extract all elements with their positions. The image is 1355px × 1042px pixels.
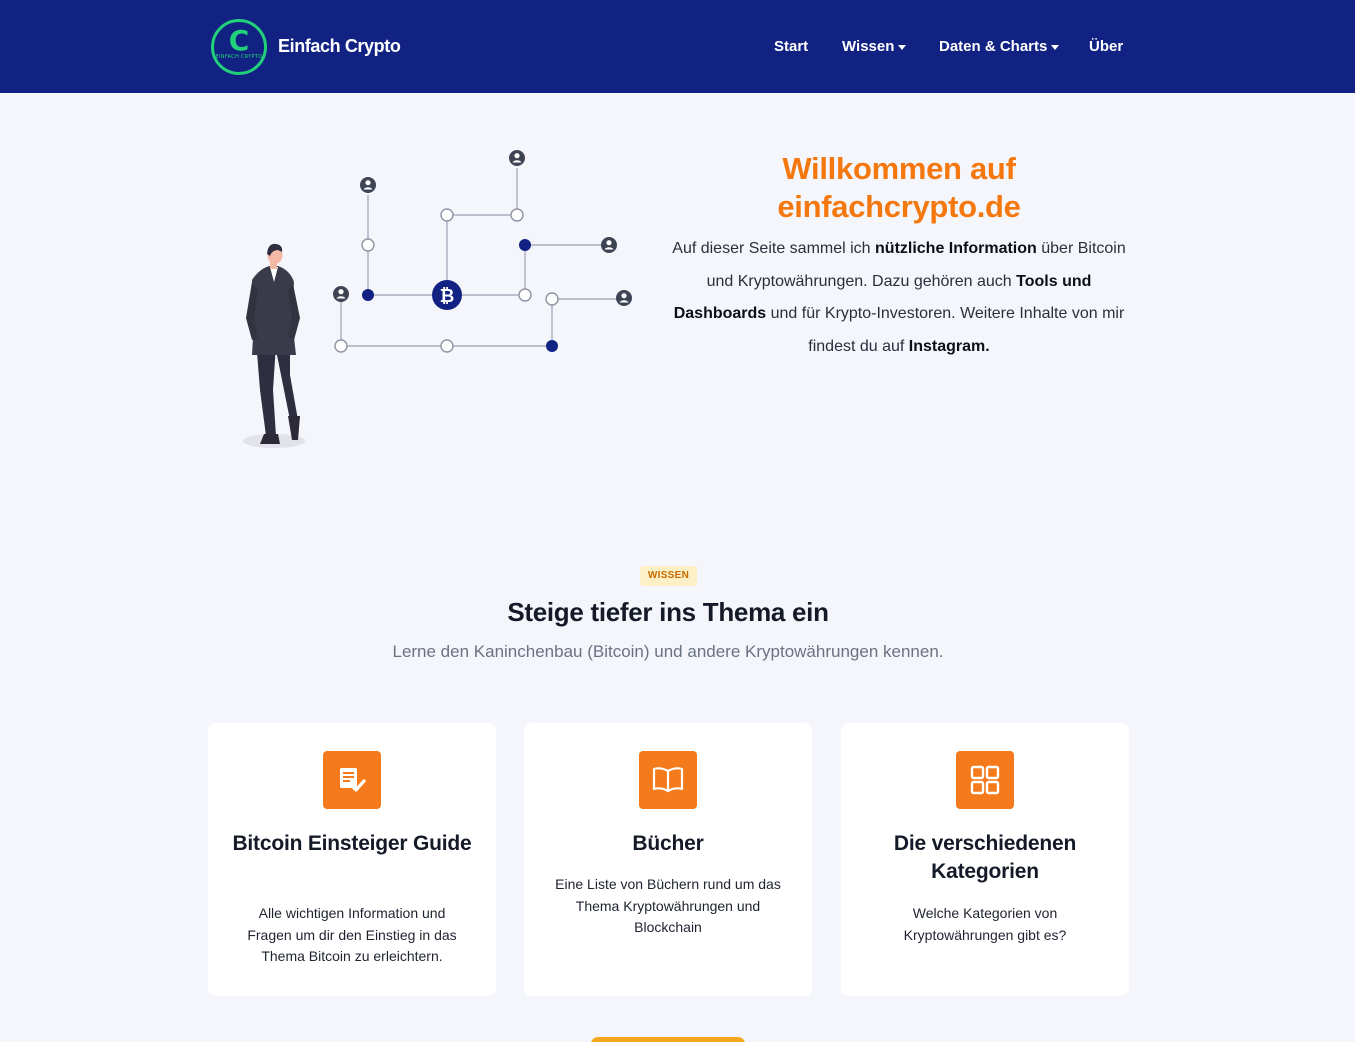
section-badge: WISSEN: [640, 566, 697, 586]
cta-button[interactable]: [591, 1037, 745, 1042]
instagram-link[interactable]: Instagram.: [909, 338, 990, 355]
logo-subtext: EINFACH CRYPTO: [215, 53, 263, 60]
card-buecher[interactable]: Bücher Eine Liste von Büchern rund um da…: [524, 723, 812, 996]
card-text: Welche Kategorien von Kryptowährungen gi…: [903, 905, 1067, 943]
businessman-figure: [243, 243, 305, 448]
hero-title-line2: einfachcrypto.de: [777, 189, 1021, 224]
card-title: Die verschiedenen Kategorien: [893, 832, 1077, 883]
caret-down-icon: [1051, 44, 1060, 50]
card-text: Eine Liste von Büchern rund um das Thema…: [555, 876, 781, 935]
card-title: Bücher: [632, 832, 704, 855]
hero-text-bold: nützliche Information: [875, 240, 1037, 257]
nav-wissen-label: Wissen: [842, 38, 895, 55]
card-text: Alle wichtigen Information und Fragen um…: [247, 905, 457, 964]
book-icon: [639, 751, 697, 809]
nav-ueber[interactable]: Über: [1089, 38, 1123, 56]
hero-title: Willkommen auf einfachcrypto.de: [668, 150, 1130, 226]
card-kategorien[interactable]: Die verschiedenen Kategorien Welche Kate…: [841, 723, 1129, 996]
brand-name: Einfach Crypto: [278, 36, 401, 56]
card-title: Bitcoin Einsteiger Guide: [232, 832, 472, 855]
svg-text:₿: ₿: [440, 286, 455, 307]
card-bitcoin-guide[interactable]: Bitcoin Einsteiger Guide Alle wichtigen …: [208, 723, 496, 996]
user-icons: [333, 150, 632, 306]
nav-start[interactable]: Start: [774, 38, 808, 56]
nav-daten-dropdown[interactable]: Daten & Charts: [939, 38, 1060, 56]
nav-wissen-dropdown[interactable]: Wissen: [842, 38, 907, 56]
hero-title-line1: Willkommen auf: [782, 151, 1016, 186]
caret-down-icon: [898, 44, 907, 50]
nav-daten-label: Daten & Charts: [939, 38, 1048, 55]
section-title: Steige tiefer ins Thema ein: [507, 597, 829, 627]
hero-network-illustration: ₿: [243, 150, 632, 448]
nav-start-label: Start: [774, 38, 809, 55]
bitcoin-icon: ₿: [432, 280, 462, 310]
hero-description: Auf dieser Seite sammel ich nützliche In…: [664, 233, 1134, 363]
grid-icon: [956, 751, 1014, 809]
logo-letter: C: [228, 23, 250, 57]
brand-link[interactable]: C EINFACH CRYPTO Einfach Crypto: [211, 18, 401, 75]
section-subtitle: Lerne den Kaninchenbau (Bitcoin) und and…: [392, 642, 944, 661]
hero-text-part: Auf dieser Seite sammel ich: [672, 240, 876, 257]
navbar: C EINFACH CRYPTO Einfach Crypto Start Wi…: [0, 0, 1355, 93]
nav-ueber-label: Über: [1089, 38, 1124, 55]
checklist-icon: [323, 751, 381, 809]
brand-logo: C EINFACH CRYPTO: [211, 18, 267, 75]
